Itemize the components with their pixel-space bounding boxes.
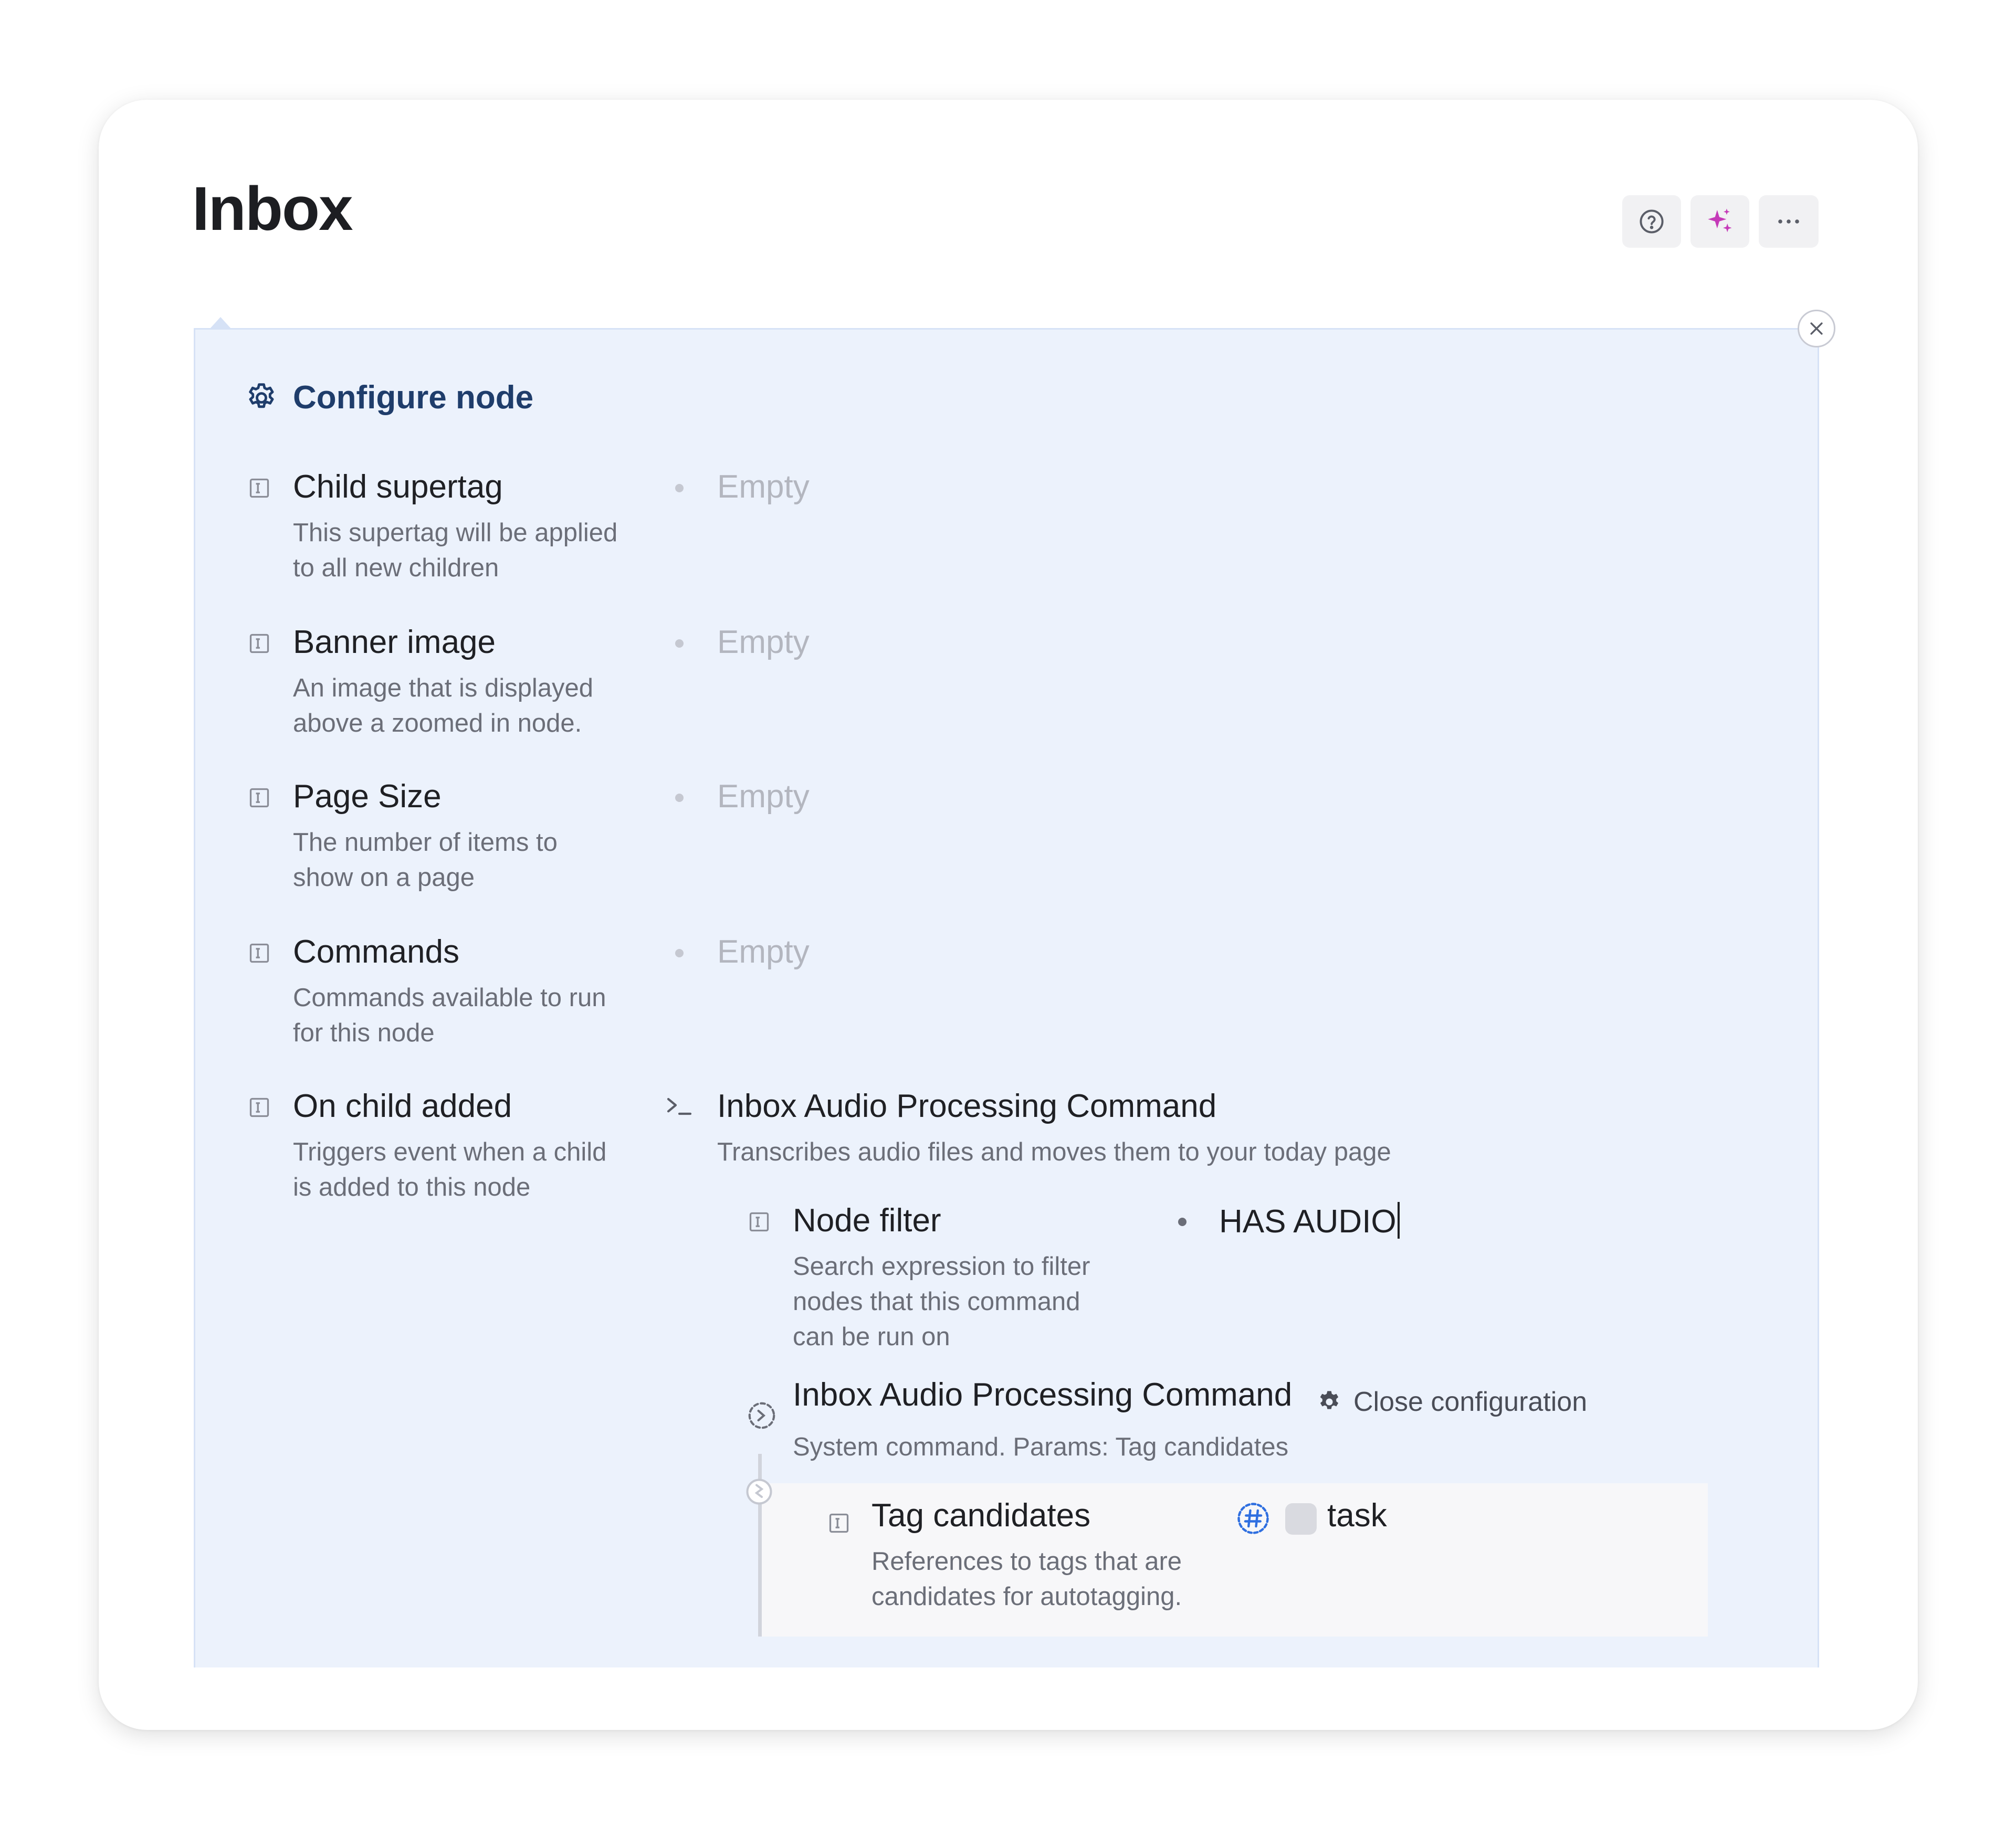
node-filter-value: HAS AUDIO bbox=[1219, 1204, 1396, 1240]
field-desc-line: The number of items to bbox=[293, 828, 558, 857]
field-label-node-filter[interactable]: Node filter bbox=[793, 1202, 941, 1239]
field-icon bbox=[249, 634, 269, 653]
field-desc-line: This supertag will be applied bbox=[293, 519, 618, 547]
field-label-on-child-added[interactable]: On child added bbox=[293, 1088, 512, 1125]
field-desc-line: Search expression to filter bbox=[793, 1252, 1090, 1281]
help-circle-icon bbox=[1640, 209, 1664, 234]
configure-node-title: Configure node bbox=[293, 379, 534, 416]
toolbar bbox=[1622, 195, 1819, 248]
field-desc-line: Commands available to run bbox=[293, 984, 606, 1012]
banner-image-value[interactable]: Empty bbox=[717, 624, 810, 661]
value-bullet bbox=[675, 794, 684, 802]
field-label-page-size[interactable]: Page Size bbox=[293, 778, 442, 815]
hash-tag-icon[interactable] bbox=[1236, 1501, 1270, 1536]
system-command-name[interactable]: Inbox Audio Processing Command bbox=[793, 1376, 1292, 1413]
help-button[interactable] bbox=[1622, 195, 1681, 248]
tag-color-swatch[interactable] bbox=[1285, 1503, 1317, 1535]
value-bullet bbox=[1178, 1218, 1186, 1226]
node-filter-input[interactable]: HAS AUDIO bbox=[1219, 1202, 1400, 1240]
text-caret bbox=[1397, 1202, 1400, 1239]
field-label-banner-image[interactable]: Banner image bbox=[293, 624, 496, 661]
field-icon bbox=[749, 1212, 769, 1232]
value-bullet bbox=[675, 639, 684, 648]
child-supertag-value[interactable]: Empty bbox=[717, 468, 810, 505]
field-desc-line: show on a page bbox=[293, 863, 475, 892]
branch-icon bbox=[746, 1479, 772, 1505]
field-desc-line: is added to this node bbox=[293, 1173, 531, 1201]
field-desc-line: candidates for autotagging. bbox=[872, 1582, 1182, 1611]
page-title: Inbox bbox=[192, 174, 353, 244]
tag-task[interactable]: task bbox=[1327, 1497, 1387, 1534]
field-icon bbox=[249, 943, 269, 963]
close-panel-button[interactable] bbox=[1798, 310, 1835, 347]
close-icon bbox=[1810, 322, 1823, 335]
close-configuration-label: Close configuration bbox=[1353, 1387, 1588, 1417]
field-desc-line: References to tags that are bbox=[872, 1547, 1182, 1576]
field-label-tag-candidates[interactable]: Tag candidates bbox=[872, 1497, 1090, 1534]
field-label-commands[interactable]: Commands bbox=[293, 933, 459, 970]
gear-icon bbox=[1320, 1391, 1339, 1409]
field-label-child-supertag[interactable]: Child supertag bbox=[293, 468, 503, 505]
ai-assist-button[interactable] bbox=[1690, 195, 1749, 248]
field-desc-line: can be run on bbox=[793, 1323, 950, 1351]
field-desc-line: to all new children bbox=[293, 554, 499, 582]
command-description: Transcribes audio files and moves them t… bbox=[717, 1138, 1391, 1166]
commands-value[interactable]: Empty bbox=[717, 933, 810, 970]
more-horizontal-icon bbox=[1778, 219, 1799, 224]
configure-node-header: Configure node bbox=[245, 379, 533, 416]
terminal-icon bbox=[667, 1097, 692, 1115]
system-command-description: System command. Params: Tag candidates bbox=[793, 1433, 1289, 1461]
page-size-value[interactable]: Empty bbox=[717, 778, 810, 815]
close-configuration-button[interactable]: Close configuration bbox=[1316, 1386, 1587, 1418]
field-desc-line: Triggers event when a child bbox=[293, 1138, 607, 1166]
field-desc-line: An image that is displayed bbox=[293, 674, 593, 702]
more-options-button[interactable] bbox=[1759, 195, 1819, 248]
value-bullet bbox=[675, 484, 684, 492]
field-desc-line: above a zoomed in node. bbox=[293, 709, 582, 737]
field-desc-line: nodes that this command bbox=[793, 1287, 1080, 1316]
field-desc-line: for this node bbox=[293, 1019, 435, 1047]
panel-pointer bbox=[210, 317, 231, 329]
command-name[interactable]: Inbox Audio Processing Command bbox=[717, 1088, 1216, 1125]
field-icon bbox=[249, 788, 269, 808]
field-icon bbox=[249, 1097, 269, 1117]
gear-icon bbox=[249, 383, 274, 408]
system-command-icon bbox=[748, 1402, 775, 1429]
sparkle-icon bbox=[1708, 208, 1732, 233]
field-icon bbox=[829, 1513, 849, 1533]
field-icon bbox=[249, 478, 269, 498]
value-bullet bbox=[675, 949, 684, 957]
